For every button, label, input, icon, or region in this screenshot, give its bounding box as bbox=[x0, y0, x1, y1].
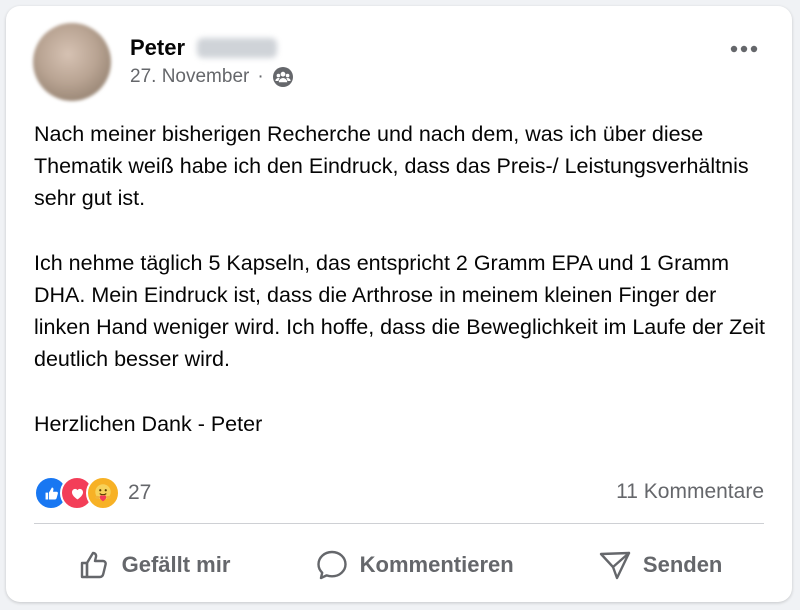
author-surname-redacted bbox=[197, 38, 278, 58]
send-button[interactable]: Senden bbox=[587, 536, 732, 594]
post-meta: 27. November · bbox=[130, 66, 294, 88]
comment-bubble-icon bbox=[316, 550, 347, 580]
meta-separator: · bbox=[257, 66, 264, 87]
reaction-count: 27 bbox=[128, 481, 152, 504]
author-row: Peter bbox=[130, 33, 278, 63]
care-icon bbox=[86, 476, 120, 510]
friends-icon[interactable] bbox=[272, 66, 294, 88]
more-options-button[interactable] bbox=[724, 34, 764, 64]
comments-count-link[interactable]: 11 Kommentare bbox=[616, 480, 764, 504]
post-paragraph: Herzlichen Dank - Peter bbox=[34, 412, 263, 436]
post-paragraph: Nach meiner bisherigen Recherche und nac… bbox=[34, 122, 749, 210]
divider bbox=[34, 523, 764, 524]
comment-button-label: Kommentieren bbox=[359, 552, 514, 577]
post-paragraph: Ich nehme täglich 5 Kapseln, das entspri… bbox=[34, 251, 765, 371]
avatar[interactable] bbox=[33, 23, 111, 101]
send-plane-icon bbox=[599, 551, 631, 580]
like-button[interactable]: Gefällt mir bbox=[66, 536, 241, 594]
thumbs-up-icon bbox=[80, 551, 107, 579]
post-date[interactable]: 27. November bbox=[130, 66, 249, 88]
author-name[interactable]: Peter bbox=[130, 35, 185, 61]
reactions-summary[interactable]: 27 bbox=[34, 476, 151, 510]
more-dots-icon bbox=[730, 45, 758, 53]
like-button-label: Gefällt mir bbox=[121, 552, 231, 577]
post-card: Peter 27. November · Nach meiner bisheri… bbox=[6, 6, 792, 602]
send-button-label: Senden bbox=[642, 552, 723, 577]
post-body: Nach meiner bisherigen Recherche und nac… bbox=[34, 118, 774, 473]
post-actions: Gefällt mir Kommentieren Senden bbox=[6, 536, 792, 594]
comment-button[interactable]: Kommentieren bbox=[304, 536, 524, 594]
